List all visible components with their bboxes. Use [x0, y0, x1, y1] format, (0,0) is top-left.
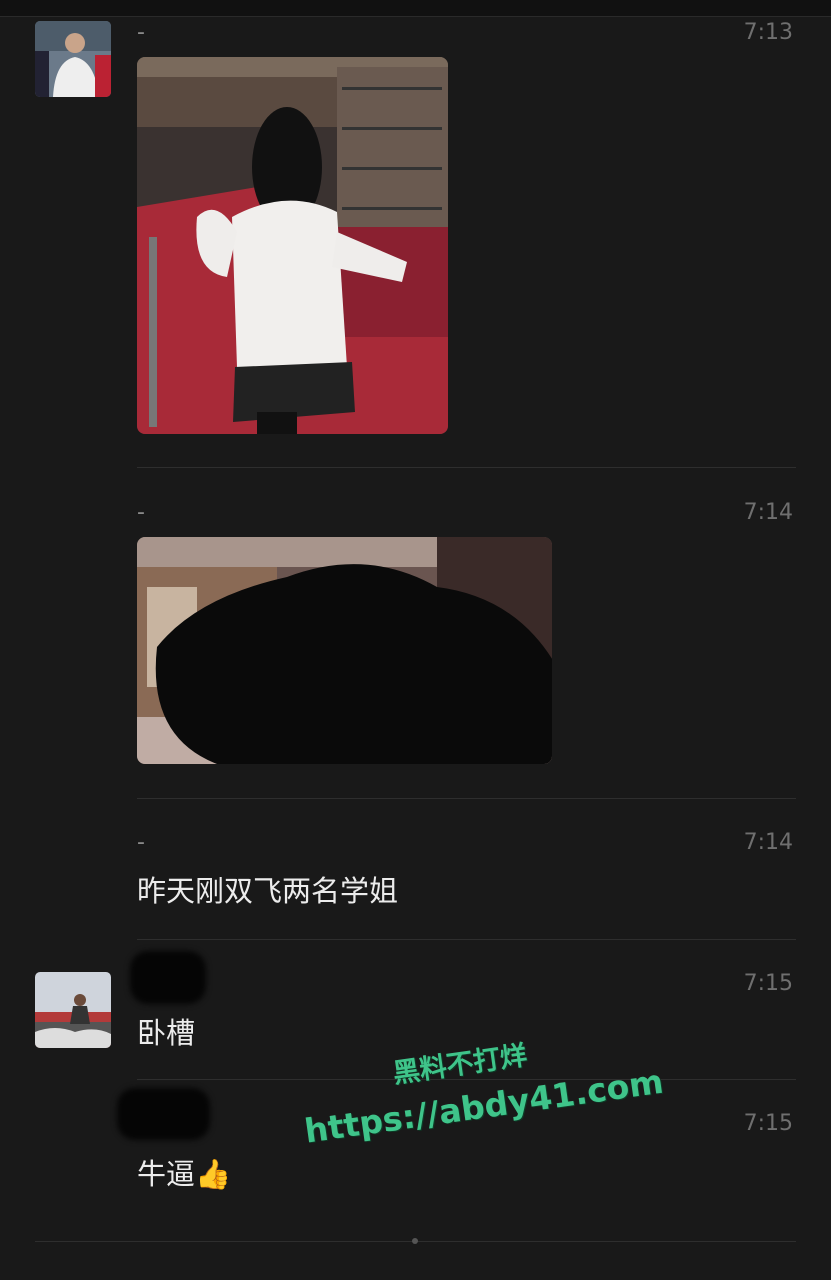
message-time: 7:14	[743, 500, 793, 525]
message-text: 卧槽	[137, 1016, 196, 1050]
redacted-name	[130, 951, 206, 1004]
message-divider	[137, 467, 796, 468]
message-time: 7:13	[743, 20, 793, 45]
message-text: 牛逼👍	[137, 1157, 232, 1191]
photo-message[interactable]	[137, 537, 552, 764]
message-time: 7:15	[743, 971, 793, 996]
message-time: 7:15	[743, 1111, 793, 1136]
message-time: 7:14	[743, 830, 793, 855]
avatar[interactable]	[35, 972, 111, 1048]
message-divider	[137, 939, 796, 940]
message-text: 昨天刚双飞两名学姐	[137, 874, 399, 908]
avatar[interactable]	[35, 21, 111, 97]
top-bar	[0, 0, 831, 17]
sender-name: -	[137, 20, 145, 45]
page-indicator	[412, 1238, 418, 1244]
photo-message[interactable]	[137, 57, 448, 434]
sender-name: -	[137, 830, 145, 855]
sender-name: -	[137, 500, 145, 525]
redacted-avatar	[117, 1088, 210, 1140]
message-divider	[137, 798, 796, 799]
